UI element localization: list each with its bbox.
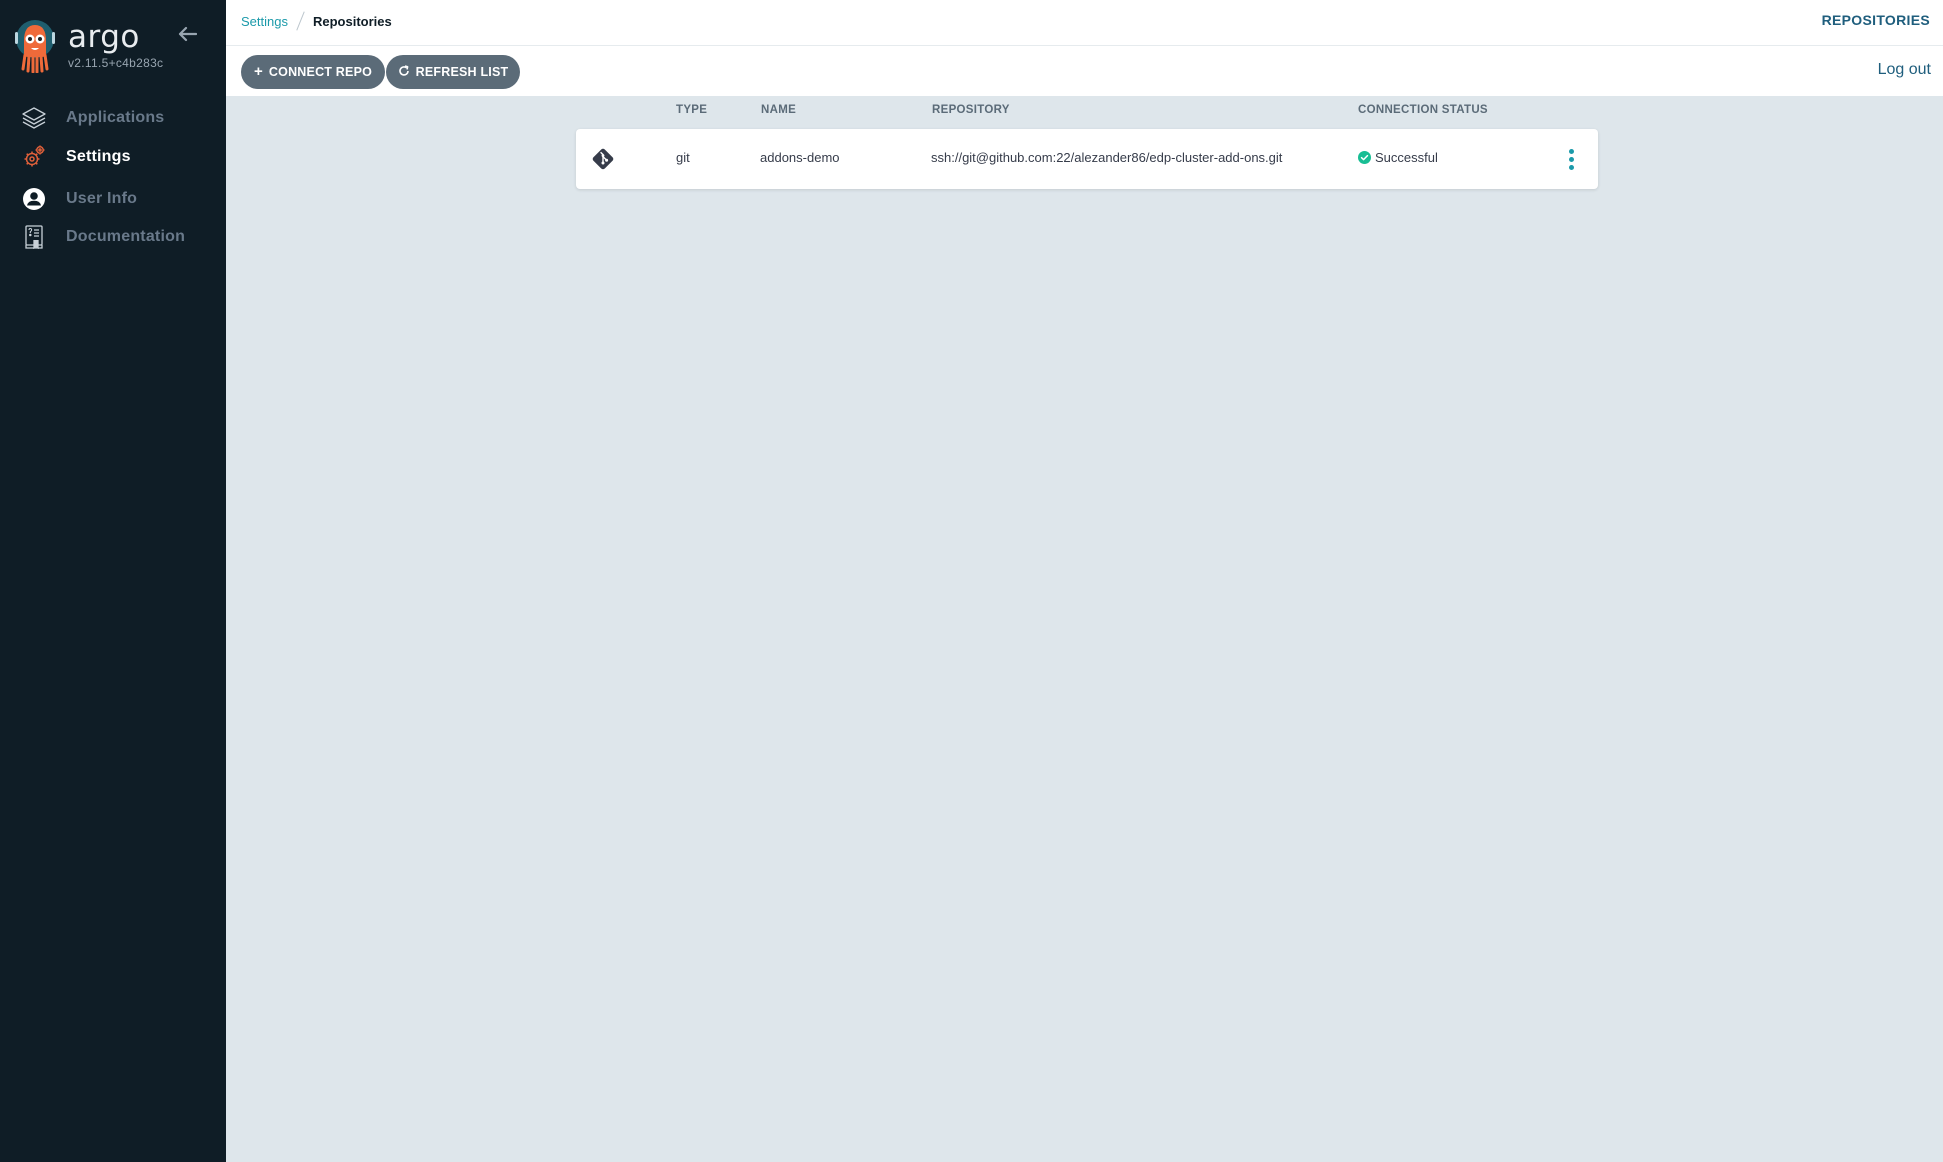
git-icon — [592, 148, 614, 170]
kebab-dot-icon — [1568, 164, 1574, 170]
top-bar-divider — [226, 45, 1943, 46]
connect-repo-label: CONNECT REPO — [268, 65, 373, 79]
collapse-sidebar-button[interactable] — [174, 22, 200, 46]
layers-icon — [20, 104, 48, 132]
breadcrumb: Settings Repositories — [241, 10, 392, 32]
sidebar-item-documentation[interactable]: Documentation — [0, 219, 226, 255]
sidebar-item-label: User Info — [66, 190, 138, 207]
breadcrumb-settings-link[interactable]: Settings — [241, 14, 288, 29]
table-header: TYPE NAME REPOSITORY CONNECTION STATUS — [576, 104, 1598, 120]
repo-name: addons-demo — [760, 150, 840, 165]
sidebar-item-label: Applications — [66, 109, 165, 126]
page-title: REPOSITORIES — [1821, 12, 1930, 28]
brand-name: argo — [68, 19, 140, 55]
arrow-left-icon — [178, 26, 197, 42]
logout-link[interactable]: Log out — [1878, 61, 1931, 79]
gears-icon — [20, 143, 48, 171]
check-circle-icon — [1358, 151, 1371, 164]
breadcrumb-current: Repositories — [312, 13, 392, 29]
connection-status-label: Successful — [1375, 150, 1438, 165]
sidebar-item-user-info[interactable]: User Info — [0, 181, 226, 217]
column-header-repository: REPOSITORY — [932, 104, 1010, 116]
sidebar-item-label: Settings — [66, 148, 131, 165]
kebab-dot-icon — [1568, 148, 1574, 154]
column-header-type: TYPE — [676, 104, 708, 116]
refresh-icon — [398, 65, 410, 79]
column-header-name: NAME — [761, 104, 797, 116]
repo-url-link[interactable]: ssh://git@github.com:22/alezander86/edp-… — [931, 150, 1282, 165]
version-label: v2.11.5+c4b283c — [68, 56, 164, 70]
sidebar-item-label: Documentation — [66, 228, 186, 245]
top-bar: Settings Repositories REPOSITORIES + CON… — [226, 0, 1943, 96]
user-circle-icon — [20, 185, 48, 213]
plus-icon: + — [253, 63, 263, 80]
kebab-dot-icon — [1568, 156, 1574, 162]
breadcrumb-separator — [296, 11, 305, 31]
column-header-connection-status: CONNECTION STATUS — [1358, 104, 1488, 116]
book-icon — [20, 223, 48, 251]
sidebar: argo v2.11.5+c4b283c Applications Settin… — [0, 0, 226, 1162]
table-row[interactable]: git addons-demo ssh://git@github.com:22/… — [576, 129, 1598, 189]
sidebar-item-settings[interactable]: Settings — [0, 139, 226, 175]
sidebar-item-applications[interactable]: Applications — [0, 100, 226, 136]
refresh-list-button[interactable]: REFRESH LIST — [386, 55, 520, 89]
row-actions-menu-button[interactable] — [1561, 147, 1581, 171]
refresh-list-label: REFRESH LIST — [415, 65, 509, 79]
argo-logo-icon[interactable] — [14, 19, 56, 73]
connect-repo-button[interactable]: + CONNECT REPO — [241, 55, 385, 89]
repo-type: git — [676, 150, 690, 165]
connection-status: Successful — [1358, 150, 1438, 165]
